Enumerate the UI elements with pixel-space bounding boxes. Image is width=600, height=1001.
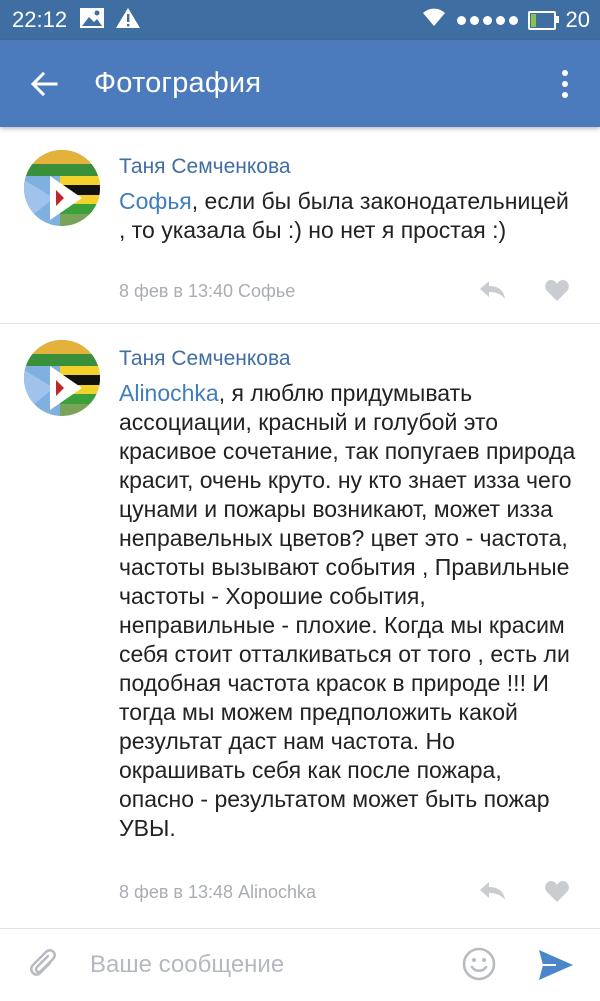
emoji-icon[interactable] [462, 947, 496, 981]
arrow-back-icon [30, 71, 58, 96]
heart-icon[interactable] [544, 279, 570, 303]
comment-text: Alinochka, я люблю придумывать ассоциаци… [119, 379, 579, 843]
battery-icon [527, 10, 559, 30]
paperclip-icon[interactable] [26, 947, 60, 981]
back-button[interactable] [14, 54, 74, 114]
comment-author[interactable]: Таня Семченкова [119, 347, 291, 371]
comment-divider [0, 323, 600, 324]
comment-author[interactable]: Таня Семченкова [119, 155, 291, 179]
reply-icon[interactable] [478, 879, 508, 903]
wifi-icon [421, 7, 447, 33]
status-time: 22:12 [12, 7, 68, 32]
status-bar: 22:12 20 [0, 0, 600, 40]
message-composer [0, 928, 600, 1001]
battery-level: 20 [565, 7, 590, 32]
mention-link[interactable]: Alinochka [119, 380, 219, 406]
signal-icon [456, 15, 518, 25]
page-title: Фотография [94, 67, 262, 99]
gallery-icon [79, 7, 105, 34]
reply-icon[interactable] [478, 278, 508, 302]
send-icon[interactable] [536, 947, 576, 983]
mention-link[interactable]: Софья [119, 188, 192, 214]
avatar[interactable] [24, 150, 100, 226]
comment-meta: 8 фев в 13:40 Софье [119, 281, 296, 301]
comment-body: , я люблю придумывать ассоциации, красны… [119, 380, 576, 841]
avatar[interactable] [24, 340, 100, 416]
more-options-button[interactable] [550, 54, 580, 114]
comment-meta: 8 фев в 13:48 Alinochka [119, 882, 317, 902]
warning-icon [115, 7, 141, 34]
message-input[interactable] [88, 941, 432, 989]
comment-text: Софья, если бы была законодательницей , … [119, 187, 579, 245]
heart-icon[interactable] [544, 880, 570, 904]
app-bar: Фотография [0, 40, 600, 127]
